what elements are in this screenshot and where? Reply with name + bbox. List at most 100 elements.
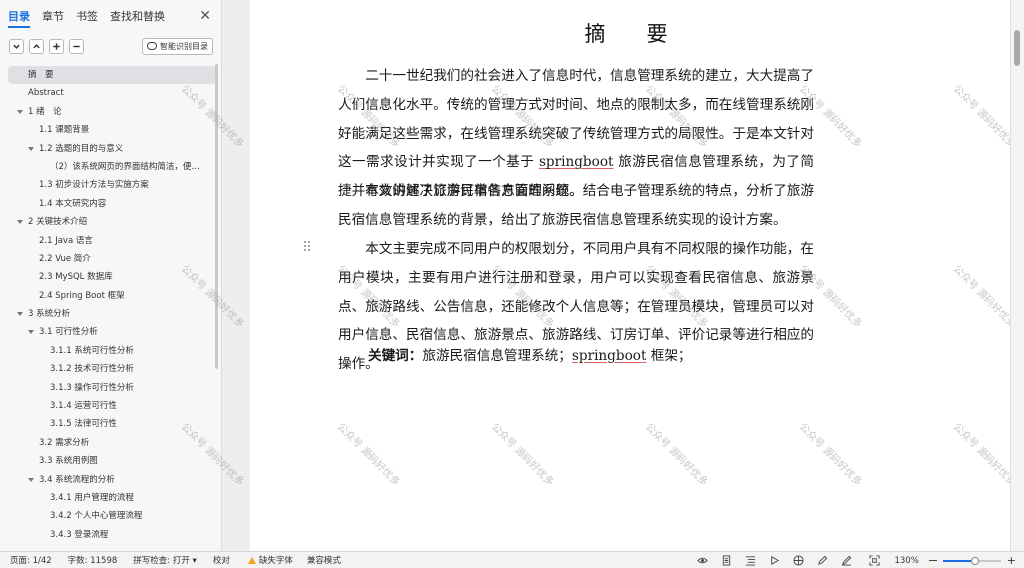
pen-icon[interactable]	[840, 555, 852, 567]
toc-item-label: 2.2 Vue 简介	[39, 253, 91, 264]
chevron-down-icon[interactable]	[17, 109, 23, 114]
toc-item[interactable]: 1.2 选题的目的与意义	[8, 140, 216, 158]
collapse-icon[interactable]	[9, 38, 24, 54]
play-icon[interactable]	[768, 555, 780, 567]
toc-item[interactable]: 3.4.3 登录流程	[8, 526, 216, 544]
chevron-down-icon[interactable]	[17, 220, 23, 225]
toc-item[interactable]: 1.4 本文研究内容	[8, 195, 216, 213]
navigation-pane: 目录 章节 书签 查找和替换 ✕ 智能识别目录 摘 要 Abstract 1 绪 论…	[0, 0, 222, 551]
toc-item[interactable]: 3.1.1 系统可行性分析	[8, 342, 216, 360]
watermark-text: 公众号 源码好优多	[334, 421, 402, 489]
drag-handle-icon[interactable]	[304, 241, 312, 253]
keywords-b: 框架；	[646, 348, 692, 364]
toc-item[interactable]: 2.1 Java 语言	[8, 232, 216, 250]
compat-mode: 兼容模式	[306, 556, 341, 566]
zoom-slider-knob[interactable]	[970, 556, 979, 565]
watermark-text: 公众号 源码好优多	[642, 421, 710, 489]
toc-item[interactable]: 3.4.1 用户管理的流程	[8, 489, 216, 507]
toc-item[interactable]: 1.3 初步设计方法与实施方案	[8, 176, 216, 194]
nav-scrollbar[interactable]	[215, 64, 218, 369]
smart-toc-button[interactable]: 智能识别目录	[142, 37, 213, 55]
page-count[interactable]: 页面: 1/42	[10, 554, 52, 566]
toc-item-label: 3.1.1 系统可行性分析	[50, 345, 134, 356]
toc-item-label: 3.4.1 用户管理的流程	[50, 492, 134, 503]
web-view-icon[interactable]	[792, 555, 804, 567]
tab-chapters[interactable]: 章节	[42, 9, 64, 25]
toc-item-label: 3.4.3 登录流程	[50, 529, 109, 540]
toc-list: 摘 要 Abstract 1 绪 论 1.1 课题背景 1.2 选题的目的与意义 （2）该…	[8, 66, 216, 546]
watermark-text: 公众号 源码好优多	[796, 421, 864, 489]
toc-item-label: 1.2 选题的目的与意义	[39, 143, 124, 154]
toc-item[interactable]: 2.4 Spring Boot 框架	[8, 287, 216, 305]
keywords-label: 关键词：	[368, 348, 423, 364]
toc-item[interactable]: 1 绪 论	[8, 103, 216, 121]
toc-item[interactable]: 3.4 系统流程的分析	[8, 471, 216, 489]
page-view-icon[interactable]	[720, 555, 732, 567]
word-count[interactable]: 字数: 11598	[68, 554, 118, 566]
chevron-down-icon[interactable]	[28, 477, 34, 482]
fit-page-icon[interactable]	[868, 555, 880, 567]
toc-item[interactable]: 3.1.3 操作可行性分析	[8, 379, 216, 397]
toc-item[interactable]: 3.1 可行性分析	[8, 323, 216, 341]
zoom-slider[interactable]	[942, 556, 1001, 565]
zoom-slider-fill	[942, 559, 975, 562]
chevron-down-icon[interactable]	[28, 330, 34, 335]
toc-item-label: 1.1 课题背景	[39, 125, 90, 136]
chevron-down-icon[interactable]	[28, 146, 34, 151]
toc-item[interactable]: Abstract	[8, 84, 216, 102]
eye-icon[interactable]	[696, 555, 708, 567]
tab-toc[interactable]: 目录	[8, 9, 30, 28]
zoom-out-icon[interactable]	[928, 560, 937, 561]
tab-find-replace[interactable]: 查找和替换	[110, 9, 165, 25]
edit-icon[interactable]	[816, 555, 828, 567]
toc-item[interactable]: 2.3 MySQL 数据库	[8, 268, 216, 286]
zoom-in-icon[interactable]: +	[1007, 555, 1016, 566]
add-icon[interactable]	[49, 38, 64, 54]
toc-item[interactable]: 3.2 需求分析	[8, 434, 216, 452]
watermark-text: 公众号 源码好优多	[488, 421, 556, 489]
keywords-a: 旅游民宿信息管理系统；	[422, 348, 572, 364]
toc-item[interactable]: 2 关键技术介绍	[8, 213, 216, 231]
toc-item[interactable]: 3.1.4 运营可行性	[8, 397, 216, 415]
warning-icon	[247, 557, 256, 564]
keywords-term: springboot	[571, 348, 647, 364]
abstract-paragraph-2[interactable]: 本文讲述了旅游民宿信息管理系统。结合电子管理系统的特点，分析了旅游民宿信息管理系…	[338, 177, 814, 235]
toc-item-label: 2.1 Java 语言	[39, 235, 93, 246]
missing-font-button[interactable]: 缺失字体	[247, 554, 293, 566]
toc-item-label: 2 关键技术介绍	[28, 217, 88, 228]
toc-item[interactable]: 3.1.2 技术可行性分析	[8, 360, 216, 378]
toc-item-label: 3.1.2 技术可行性分析	[50, 364, 134, 375]
toc-item[interactable]: 摘 要	[8, 66, 216, 85]
toc-item[interactable]: 2.2 Vue 简介	[8, 250, 216, 268]
toc-item-label: 1.3 初步设计方法与实施方案	[39, 180, 149, 191]
toc-item[interactable]: （2）该系统网页的界面结构简洁，便…	[8, 158, 216, 176]
chevron-down-icon[interactable]	[17, 312, 23, 317]
p1-term: springboot	[538, 154, 614, 171]
document-page[interactable]: 摘 要 二十一世纪我们的社会进入了信息时代，信息管理系统的建立，大大提高了人们信…	[179, 0, 1017, 551]
spell-check[interactable]: 拼写检查: 打开 ▾	[133, 554, 197, 566]
nav-tabs: 目录 章节 书签 查找和替换 ✕	[8, 8, 213, 28]
toc-item-label: 摘 要	[28, 70, 54, 80]
status-bar: 页面: 1/42 字数: 11598 拼写检查: 打开 ▾ 校对 缺失字体 兼容…	[0, 551, 1024, 568]
expand-icon[interactable]	[29, 38, 44, 54]
toc-item[interactable]: 3.1.5 法律可行性	[8, 415, 216, 433]
toc-item-label: 3.1.3 操作可行性分析	[50, 382, 134, 393]
toc-item[interactable]: 1.1 课题背景	[8, 121, 216, 139]
status-right: 130% +	[684, 552, 1016, 568]
remove-icon[interactable]	[69, 38, 84, 54]
toc-item[interactable]: 3.3 系统用例图	[8, 452, 216, 470]
toc-item-label: 3.4 系统流程的分析	[39, 474, 115, 485]
scrollbar-thumb[interactable]	[1014, 30, 1020, 66]
keywords-line[interactable]: 关键词：旅游民宿信息管理系统；springboot 框架；	[368, 344, 692, 364]
tab-bookmarks[interactable]: 书签	[76, 9, 98, 25]
zoom-level[interactable]: 130%	[894, 556, 918, 566]
vertical-scrollbar[interactable]	[1010, 0, 1024, 551]
toc-item-label: 3.1.4 运营可行性	[50, 401, 117, 412]
outline-view-icon[interactable]	[744, 555, 756, 567]
smart-toc-icon	[147, 42, 157, 50]
page-title: 摘 要	[584, 22, 678, 46]
toc-item[interactable]: 3 系统分析	[8, 305, 216, 323]
close-icon[interactable]: ✕	[199, 8, 211, 24]
toc-item[interactable]: 3.4.2 个人中心管理流程	[8, 507, 216, 525]
proofread-button[interactable]: 校对	[213, 554, 230, 566]
